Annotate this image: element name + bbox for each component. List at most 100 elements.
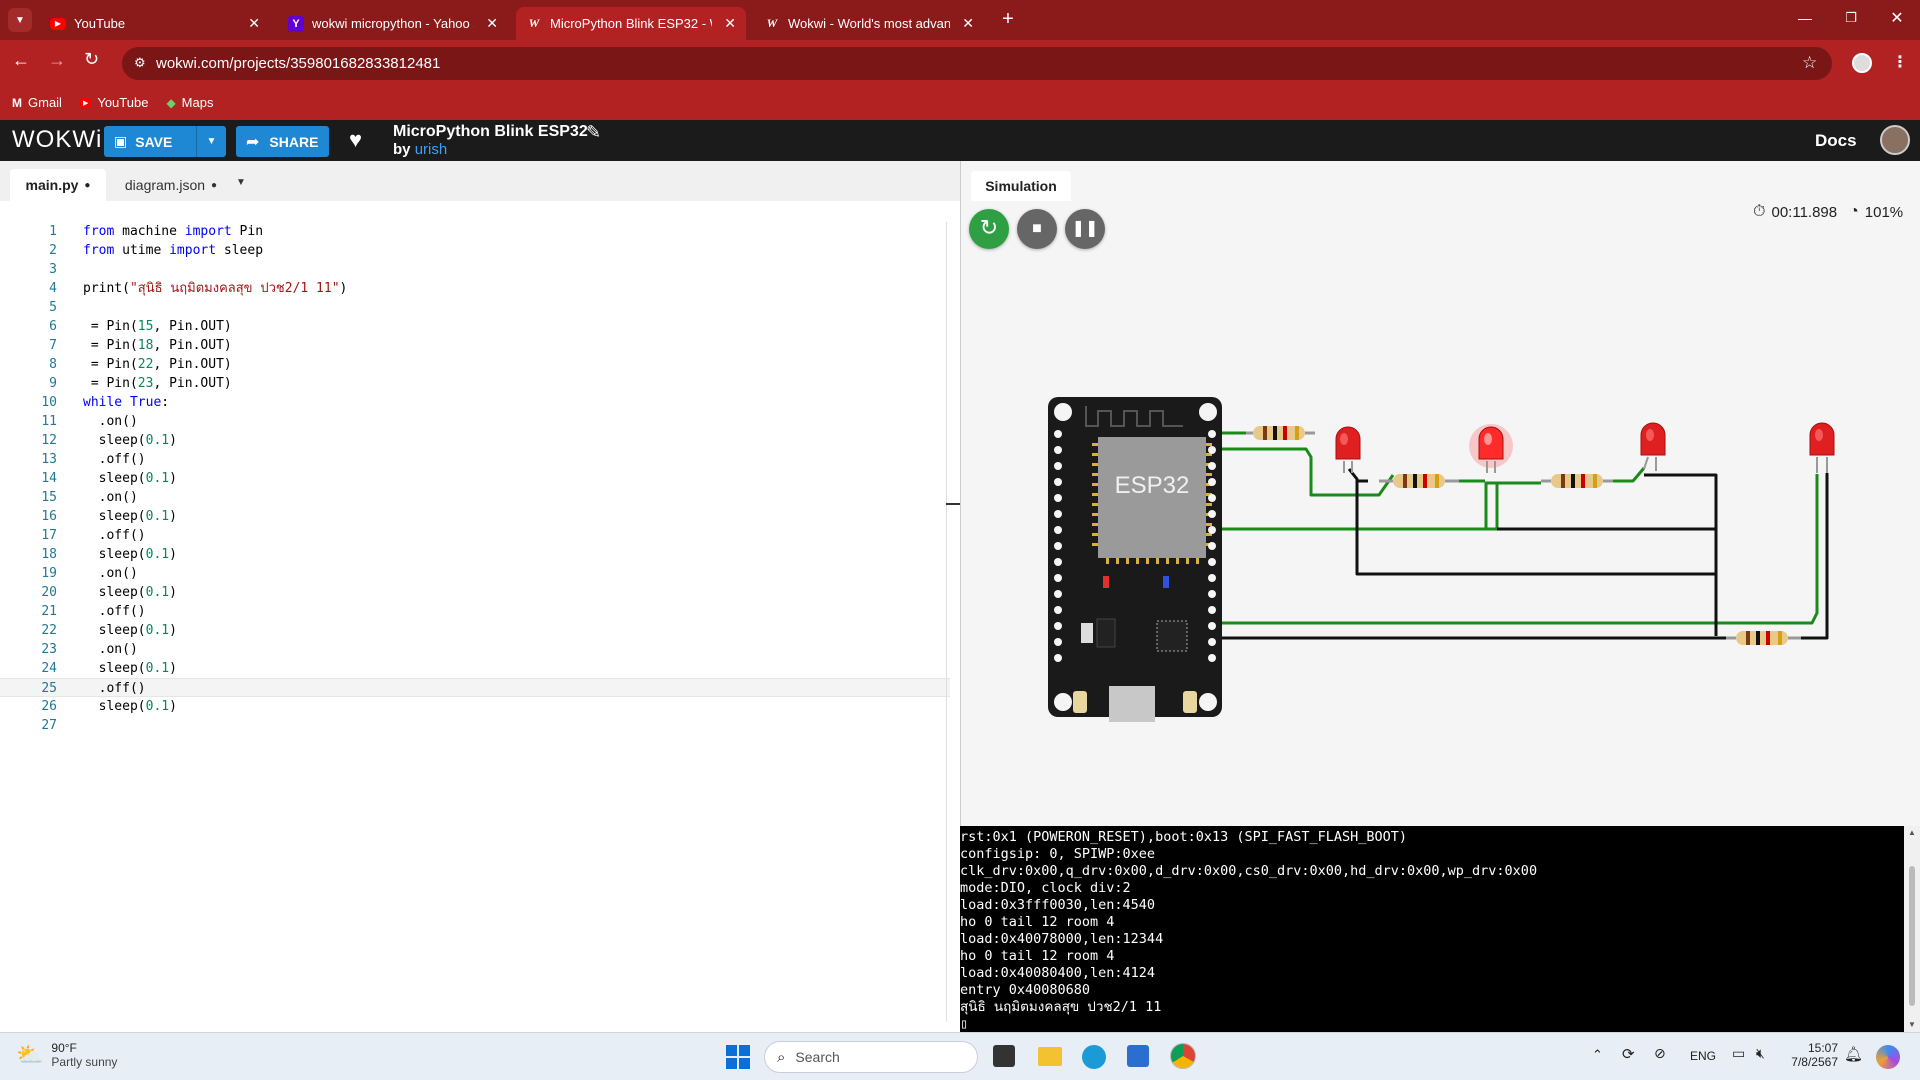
back-icon[interactable]: ← <box>12 50 30 71</box>
code-line[interactable]: 11 .on() <box>0 412 950 431</box>
volume-muted-icon[interactable]: 🔇︎ <box>1756 1045 1765 1062</box>
browser-tab-yahoo[interactable]: Y wokwi micropython - Yahoo sea ✕ <box>278 7 508 40</box>
profile-avatar[interactable] <box>1852 53 1872 73</box>
restore-button[interactable]: ❐ <box>1836 10 1866 30</box>
editor-scrollbar[interactable] <box>946 222 947 1022</box>
code-line[interactable]: 19 .on() <box>0 564 950 583</box>
line-number: 13 <box>41 452 57 467</box>
save-button[interactable]: ▣ SAVE ▼ <box>104 126 226 157</box>
code-line[interactable]: 8 = Pin(22, Pin.OUT) <box>0 355 950 374</box>
code-line[interactable]: 21 .off() <box>0 602 950 621</box>
bookmark-youtube[interactable]: ▶ YouTube <box>79 95 148 110</box>
wokwi-logo[interactable]: WOKWi <box>12 126 102 154</box>
browser-tab-wokwi[interactable]: W Wokwi - World's most advanced ✕ <box>754 7 984 40</box>
serial-monitor[interactable]: rst:0x1 (POWERON_RESET),boot:0x13 (SPI_F… <box>960 826 1904 1032</box>
notification-bell-icon[interactable]: 🔔︎ <box>1844 1045 1863 1063</box>
scroll-thumb[interactable] <box>1909 866 1915 1006</box>
save-dropdown-icon[interactable]: ▼ <box>196 126 226 157</box>
close-window-button[interactable]: ✕ <box>1882 8 1912 30</box>
docs-link[interactable]: Docs <box>1815 131 1857 151</box>
language-indicator[interactable]: ENG <box>1690 1049 1716 1063</box>
minimize-button[interactable]: — <box>1790 10 1820 30</box>
weather-widget[interactable]: ⛅ 90°F Partly sunny <box>16 1041 117 1069</box>
forward-icon[interactable]: → <box>48 50 66 71</box>
code-line[interactable]: 23 .on() <box>0 640 950 659</box>
code-line[interactable]: 18 sleep(0.1) <box>0 545 950 564</box>
author-link[interactable]: urish <box>415 141 448 158</box>
code-line[interactable]: 4 print("สุนิธิ นฤมิตมงคลสุข ปวช2/1 11") <box>0 279 950 298</box>
clock[interactable]: 15:07 7/8/2567 <box>1780 1041 1838 1069</box>
file-explorer-icon[interactable] <box>1038 1047 1062 1066</box>
browser-tab-youtube[interactable]: ▶ YouTube ✕ <box>40 7 270 40</box>
code-line[interactable]: 6 = Pin(15, Pin.OUT) <box>0 317 950 336</box>
tab-diagram-json[interactable]: diagram.json ● <box>116 169 226 201</box>
line-number: 21 <box>41 604 57 619</box>
close-icon[interactable]: ✕ <box>724 15 736 32</box>
user-avatar[interactable] <box>1880 125 1910 155</box>
chevron-up-icon[interactable]: ⌃ <box>1592 1047 1603 1063</box>
code-line[interactable]: 3 <box>0 260 950 279</box>
bookmark-gmail[interactable]: M Gmail <box>12 95 62 110</box>
sync-icon[interactable]: ⟳ <box>1622 1045 1635 1063</box>
bookmark-maps[interactable]: ◆ Maps <box>166 95 213 110</box>
close-icon[interactable]: ✕ <box>486 15 498 32</box>
code-line[interactable]: 10 while True: <box>0 393 950 412</box>
tabs-dropdown-icon[interactable]: ▼ <box>236 177 246 188</box>
address-bar[interactable]: ⚙ wokwi.com/projects/359801682833812481 … <box>122 47 1832 80</box>
code-line[interactable]: 14 sleep(0.1) <box>0 469 950 488</box>
code-line[interactable]: 27 <box>0 716 950 735</box>
circuit-diagram[interactable]: ESP32 <box>961 161 1920 826</box>
new-tab-button[interactable]: + <box>996 8 1020 32</box>
code-line[interactable]: 5 <box>0 298 950 317</box>
code-line[interactable]: 16 sleep(0.1) <box>0 507 950 526</box>
code-line[interactable]: 20 sleep(0.1) <box>0 583 950 602</box>
scroll-down-icon[interactable]: ▼ <box>1908 1020 1916 1029</box>
share-button[interactable]: ➦ SHARE <box>236 126 329 157</box>
start-button[interactable] <box>726 1045 750 1069</box>
close-icon[interactable]: ✕ <box>962 15 974 32</box>
led-1[interactable] <box>1335 426 1361 473</box>
like-heart-icon[interactable]: ♥ <box>349 127 362 153</box>
tab-main-py[interactable]: main.py ● <box>10 169 106 201</box>
wire-green <box>1216 474 1819 625</box>
code-line[interactable]: 13 .off() <box>0 450 950 469</box>
code-line[interactable]: 2 from utime import sleep <box>0 241 950 260</box>
edge-icon[interactable] <box>1082 1045 1106 1069</box>
code-line[interactable]: 24 sleep(0.1) <box>0 659 950 678</box>
tab-search-button[interactable]: ▼ <box>8 8 32 32</box>
code-line[interactable]: 9 = Pin(23, Pin.OUT) <box>0 374 950 393</box>
code-line[interactable]: 26 sleep(0.1) <box>0 697 950 716</box>
resistor[interactable] <box>1726 631 1801 645</box>
led-3[interactable] <box>1640 422 1666 471</box>
bookmark-star-icon[interactable]: ☆ <box>1802 53 1817 73</box>
led-4[interactable] <box>1809 422 1835 473</box>
taskbar-search[interactable]: ⌕ Search <box>764 1041 978 1073</box>
youtube-icon: ▶ <box>79 97 92 108</box>
display-icon[interactable]: ▭ <box>1732 1045 1745 1062</box>
code-text: sleep(0.1) <box>83 623 177 638</box>
site-info-icon[interactable]: ⚙ <box>134 55 146 71</box>
resistor[interactable] <box>1541 474 1613 488</box>
code-line[interactable]: 17 .off() <box>0 526 950 545</box>
scroll-up-icon[interactable]: ▲ <box>1908 828 1916 837</box>
close-icon[interactable]: ✕ <box>248 15 260 32</box>
browser-menu-icon[interactable]: ⋮ <box>1892 52 1908 72</box>
code-line[interactable]: 12 sleep(0.1) <box>0 431 950 450</box>
led-2[interactable] <box>1469 424 1513 473</box>
esp32-board[interactable]: ESP32 <box>1048 397 1222 722</box>
reload-icon[interactable]: ↻ <box>84 49 99 70</box>
task-view-icon[interactable] <box>993 1045 1015 1067</box>
code-line[interactable]: 7 = Pin(18, Pin.OUT) <box>0 336 950 355</box>
copilot-icon[interactable] <box>1876 1045 1900 1069</box>
code-line[interactable]: 25 .off() <box>0 678 950 697</box>
store-icon[interactable] <box>1127 1045 1149 1067</box>
resistor[interactable] <box>1246 426 1315 440</box>
edit-title-icon[interactable]: ✎ <box>586 122 601 143</box>
chrome-icon[interactable] <box>1170 1043 1196 1069</box>
browser-tab-active[interactable]: W MicroPython Blink ESP32 - Wokwi ✕ <box>516 7 746 40</box>
console-scrollbar[interactable]: ▲ ▼ <box>1904 826 1920 1032</box>
network-icon[interactable]: ⊘ <box>1654 1045 1666 1062</box>
code-line[interactable]: 22 sleep(0.1) <box>0 621 950 640</box>
code-line[interactable]: 15 .on() <box>0 488 950 507</box>
code-line[interactable]: 1 from machine import Pin <box>0 222 950 241</box>
